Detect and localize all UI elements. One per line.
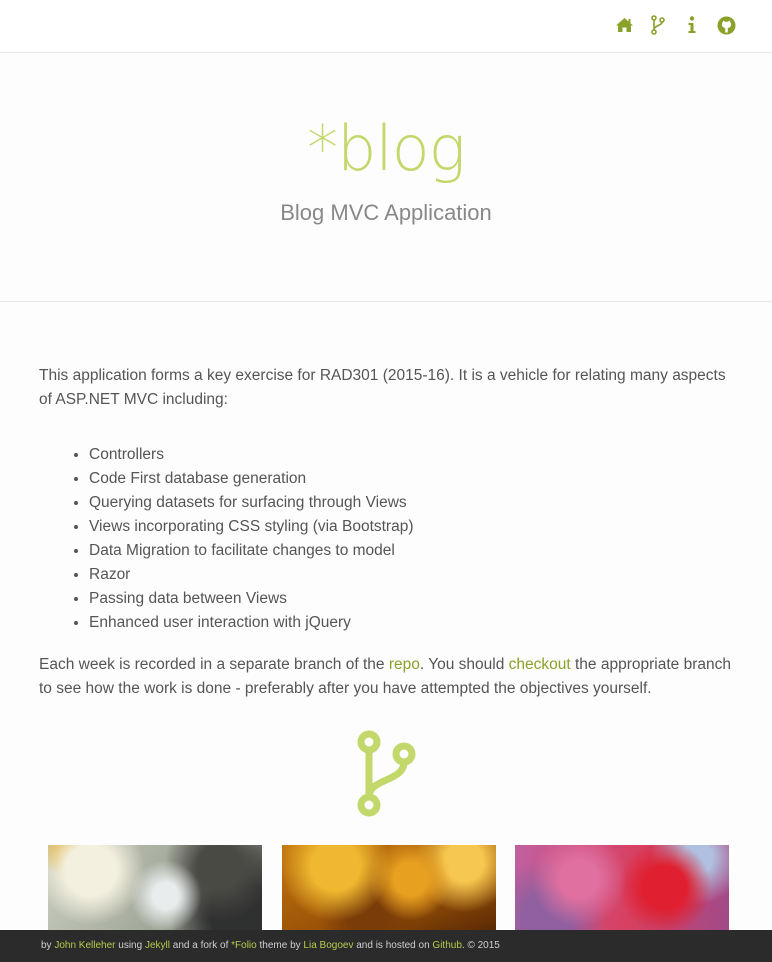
list-item: Querying datasets for surfacing through … <box>89 491 739 515</box>
large-branch-icon <box>355 730 421 820</box>
footer-text-part: by <box>41 940 55 951</box>
list-item: Views incorporating CSS styling (via Boo… <box>89 515 739 539</box>
list-item: Code First database generation <box>89 467 739 491</box>
footer-text-part: and is hosted on <box>353 940 433 951</box>
thumbnail-image[interactable] <box>282 845 496 930</box>
footer-text-part: . © 2015 <box>461 940 500 951</box>
footer: by John Kelleher using Jekyll and a fork… <box>0 930 772 962</box>
branches-paragraph: Each week is recorded in a separate bran… <box>39 653 739 701</box>
site-subtitle: Blog MVC Application <box>280 200 492 225</box>
branch-icon[interactable] <box>648 14 668 36</box>
para-text: . You should <box>419 656 509 673</box>
footer-text-part: using <box>115 940 145 951</box>
github-link[interactable]: Github <box>432 940 461 951</box>
footer-text-part: theme by <box>256 940 304 951</box>
site-title[interactable]: *blog <box>0 113 772 185</box>
footer-text: by John Kelleher using Jekyll and a fork… <box>0 930 772 962</box>
author-link[interactable]: John Kelleher <box>54 940 115 951</box>
lia-bogoev-link[interactable]: Lia Bogoev <box>303 940 353 951</box>
repo-link[interactable]: repo <box>389 656 420 673</box>
thumbnail-image[interactable] <box>48 845 262 930</box>
jekyll-link[interactable]: Jekyll <box>145 940 170 951</box>
list-item: Controllers <box>89 443 739 467</box>
list-item: Passing data between Views <box>89 587 739 611</box>
info-icon[interactable] <box>682 14 702 36</box>
home-icon[interactable] <box>614 14 634 36</box>
footer-text-part: and a fork of <box>169 940 232 951</box>
main-content: This application forms a key exercise fo… <box>39 364 739 701</box>
branch-thumbnails <box>48 845 730 930</box>
list-item: Enhanced user interaction with jQuery <box>89 611 739 635</box>
github-icon[interactable] <box>716 14 736 36</box>
checkout-link[interactable]: checkout <box>509 656 571 673</box>
hero-header: *blog Blog MVC Application <box>0 53 772 302</box>
list-item: Data Migration to facilitate changes to … <box>89 539 739 563</box>
top-navbar <box>0 0 772 53</box>
thumbnail-image[interactable] <box>515 845 729 930</box>
nav-icon-group <box>614 14 736 36</box>
para-text: Each week is recorded in a separate bran… <box>39 656 389 673</box>
intro-paragraph: This application forms a key exercise fo… <box>39 367 726 408</box>
list-item: Razor <box>89 563 739 587</box>
folio-theme-link[interactable]: *Folio <box>231 940 257 951</box>
feature-list: Controllers Code First database generati… <box>39 443 739 635</box>
